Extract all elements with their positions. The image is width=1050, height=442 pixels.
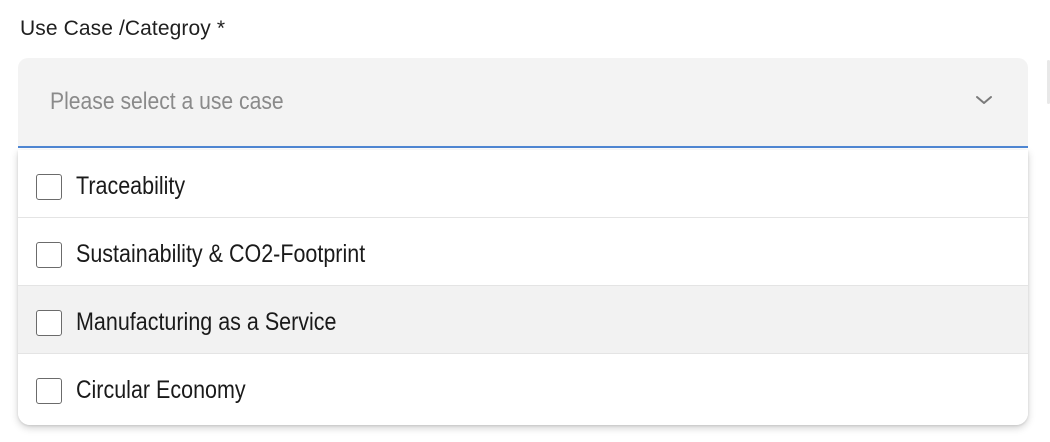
option-label: Circular Economy [76,376,246,404]
use-case-dropdown-menu: Traceability Sustainability & CO2-Footpr… [18,150,1028,425]
option-label: Manufacturing as a Service [76,308,337,336]
use-case-select[interactable]: Please select a use case [18,58,1028,148]
checkbox[interactable] [36,174,62,200]
checkbox[interactable] [36,310,62,336]
option-label: Traceability [76,172,186,200]
option-traceability[interactable]: Traceability [18,150,1028,218]
option-label: Sustainability & CO2-Footprint [76,240,366,268]
option-manufacturing-as-a-service[interactable]: Manufacturing as a Service [18,286,1028,354]
checkbox[interactable] [36,378,62,404]
use-case-form: Use Case /Categroy * Please select a use… [0,0,1050,442]
option-circular-economy[interactable]: Circular Economy [18,354,1028,425]
use-case-field-label: Use Case /Categroy * [20,17,226,40]
option-sustainability-co2-footprint[interactable]: Sustainability & CO2-Footprint [18,218,1028,286]
checkbox[interactable] [36,242,62,268]
select-placeholder: Please select a use case [50,88,284,115]
chevron-down-icon[interactable] [974,92,994,108]
